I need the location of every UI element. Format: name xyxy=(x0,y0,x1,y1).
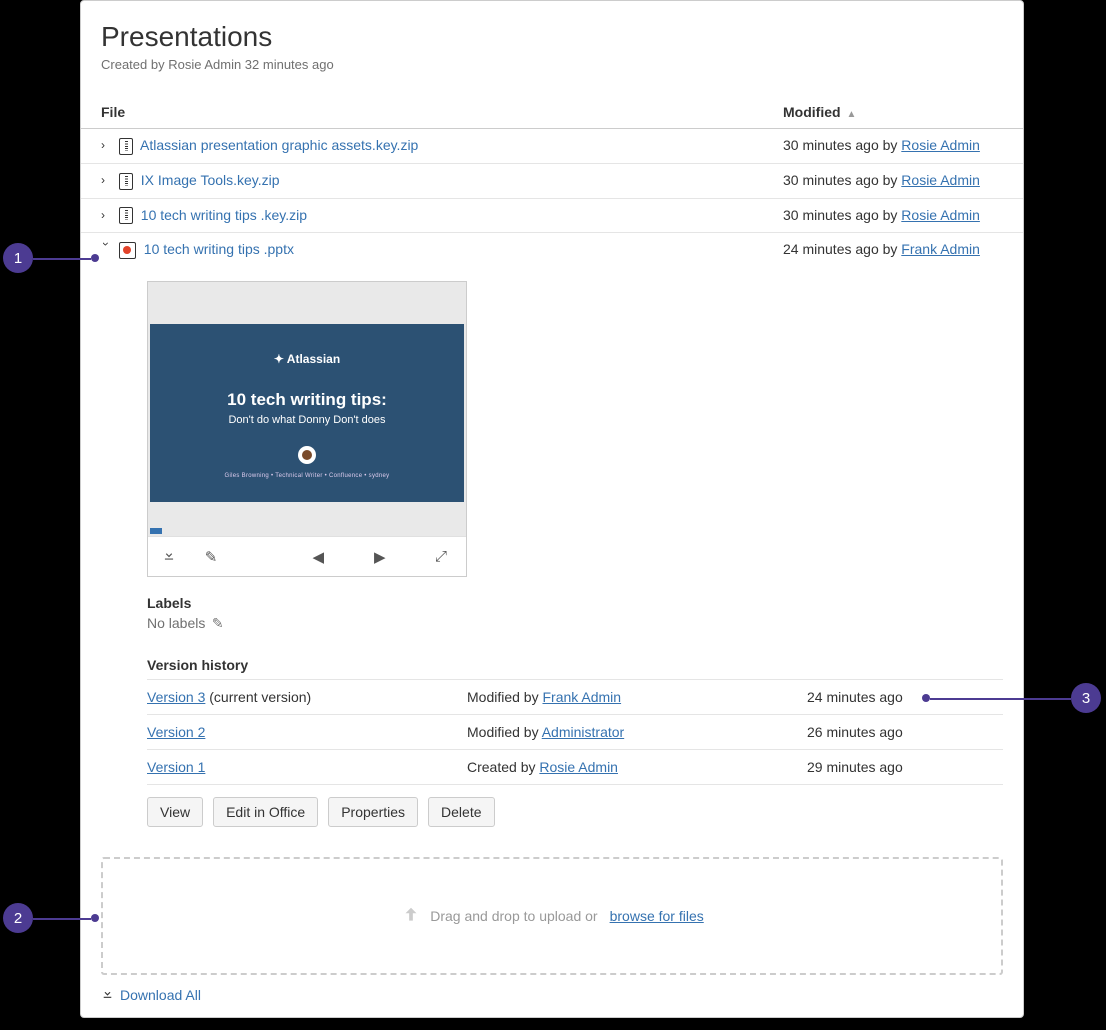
file-link[interactable]: 10 tech writing tips .key.zip xyxy=(141,207,307,223)
version-link[interactable]: Version 2 xyxy=(147,724,205,740)
file-link[interactable]: IX Image Tools.key.zip xyxy=(141,172,280,188)
modified-time: 30 minutes ago by xyxy=(783,137,901,153)
download-all-link[interactable]: Download All xyxy=(101,987,1023,1003)
header: Presentations Created by Rosie Admin 32 … xyxy=(81,21,1023,84)
slide-progress[interactable] xyxy=(150,528,464,534)
slide-subtitle: Don't do what Donny Don't does xyxy=(160,414,454,426)
slide-footer: Giles Browning • Technical Writer • Conf… xyxy=(160,473,454,479)
modified-by-link[interactable]: Rosie Admin xyxy=(901,137,980,153)
table-row: Version 2 Modified by Administrator 26 m… xyxy=(147,715,1003,750)
table-row: › Atlassian presentation graphic assets.… xyxy=(81,129,1023,164)
version-history: Version history Version 3 (current versi… xyxy=(147,657,1003,827)
view-button[interactable]: View xyxy=(147,797,203,827)
zip-file-icon xyxy=(119,207,133,224)
callout-line xyxy=(33,258,91,260)
version-history-table: Version 3 (current version) Modified by … xyxy=(147,679,1003,785)
callout-line xyxy=(33,918,91,920)
pptx-file-icon xyxy=(119,242,136,259)
expanded-row: ✦ Atlassian 10 tech writing tips: Don't … xyxy=(81,267,1023,837)
page-title: Presentations xyxy=(101,21,1003,53)
version-action: Created by xyxy=(467,759,539,775)
modified-column-header[interactable]: Modified ▲ xyxy=(783,96,1023,129)
callout-dot xyxy=(922,694,930,702)
version-action: Modified by xyxy=(467,724,542,740)
slide-title: 10 tech writing tips: xyxy=(160,390,454,410)
avatar xyxy=(298,446,316,464)
upload-arrow-icon xyxy=(400,905,422,927)
edit-icon[interactable]: ✎ xyxy=(190,548,232,566)
file-link[interactable]: 10 tech writing tips .pptx xyxy=(144,241,294,257)
download-icon[interactable] xyxy=(148,548,190,566)
next-slide-icon[interactable]: ▶ xyxy=(374,548,386,566)
modified-by-link[interactable]: Frank Admin xyxy=(901,241,980,257)
version-suffix: (current version) xyxy=(205,689,311,705)
callout-badge-1: 1 xyxy=(3,243,33,273)
version-when: 26 minutes ago xyxy=(807,715,1003,750)
expand-caret-icon[interactable]: › xyxy=(101,208,113,220)
table-row: Version 1 Created by Rosie Admin 29 minu… xyxy=(147,750,1003,785)
modified-time: 24 minutes ago by xyxy=(783,241,901,257)
version-link[interactable]: Version 1 xyxy=(147,759,205,775)
no-labels-text: No labels xyxy=(147,615,205,631)
zip-file-icon xyxy=(119,138,133,155)
version-actions: View Edit in Office Properties Delete xyxy=(147,797,1003,827)
expanded-content: ✦ Atlassian 10 tech writing tips: Don't … xyxy=(81,267,1023,837)
version-user-link[interactable]: Frank Admin xyxy=(542,689,621,705)
properties-button[interactable]: Properties xyxy=(328,797,418,827)
fullscreen-icon[interactable]: ⤢ xyxy=(420,548,462,565)
callout-badge-2: 2 xyxy=(3,903,33,933)
modified-time: 30 minutes ago by xyxy=(783,207,901,223)
main-panel: Presentations Created by Rosie Admin 32 … xyxy=(80,0,1024,1018)
version-history-heading: Version history xyxy=(147,657,1003,673)
collapse-caret-icon[interactable]: › xyxy=(101,242,113,254)
modified-time: 30 minutes ago by xyxy=(783,172,901,188)
table-row: › 10 tech writing tips .pptx 24 minutes … xyxy=(81,233,1023,267)
file-column-header[interactable]: File xyxy=(81,96,783,129)
expand-caret-icon[interactable]: › xyxy=(101,138,113,150)
version-user-link[interactable]: Administrator xyxy=(542,724,624,740)
preview-toolbar: ✎ ◀ ▶ ⤢ xyxy=(148,536,466,576)
browse-files-link[interactable]: browse for files xyxy=(610,908,704,924)
version-when: 29 minutes ago xyxy=(807,750,1003,785)
edit-in-office-button[interactable]: Edit in Office xyxy=(213,797,318,827)
callout-dot xyxy=(91,254,99,262)
version-link[interactable]: Version 3 xyxy=(147,689,205,705)
preview-card: ✦ Atlassian 10 tech writing tips: Don't … xyxy=(147,281,467,577)
sort-ascending-icon: ▲ xyxy=(846,109,856,120)
upload-dropzone[interactable]: Drag and drop to upload or browse for fi… xyxy=(101,857,1003,975)
modified-by-link[interactable]: Rosie Admin xyxy=(901,172,980,188)
byline-author: Rosie Admin xyxy=(168,57,241,72)
version-user-link[interactable]: Rosie Admin xyxy=(539,759,618,775)
callout-line xyxy=(930,698,1071,700)
modified-by-link[interactable]: Rosie Admin xyxy=(901,207,980,223)
expand-caret-icon[interactable]: › xyxy=(101,173,113,185)
file-table: File Modified ▲ › Atlassian presentation… xyxy=(81,96,1023,837)
slide-logo: ✦ Atlassian xyxy=(160,352,454,366)
labels-heading: Labels xyxy=(147,595,1003,611)
callout-badge-3: 3 xyxy=(1071,683,1101,713)
download-all-label: Download All xyxy=(120,987,201,1003)
dropzone-text: Drag and drop to upload or xyxy=(430,908,597,924)
byline-prefix: Created by xyxy=(101,57,168,72)
previous-slide-icon[interactable]: ◀ xyxy=(312,548,324,566)
zip-file-icon xyxy=(119,173,133,190)
version-action: Modified by xyxy=(467,689,542,705)
byline: Created by Rosie Admin 32 minutes ago xyxy=(101,57,1003,72)
download-icon xyxy=(101,987,114,1003)
byline-time: 32 minutes ago xyxy=(241,57,334,72)
table-row: Version 3 (current version) Modified by … xyxy=(147,680,1003,715)
table-row: › IX Image Tools.key.zip 30 minutes ago … xyxy=(81,163,1023,198)
labels-section: Labels No labels ✎ xyxy=(147,595,1003,633)
delete-button[interactable]: Delete xyxy=(428,797,494,827)
table-row: › 10 tech writing tips .key.zip 30 minut… xyxy=(81,198,1023,233)
callout-dot xyxy=(91,914,99,922)
edit-labels-icon[interactable]: ✎ xyxy=(212,615,224,631)
slide-preview[interactable]: ✦ Atlassian 10 tech writing tips: Don't … xyxy=(150,324,464,502)
file-link[interactable]: Atlassian presentation graphic assets.ke… xyxy=(140,137,418,153)
